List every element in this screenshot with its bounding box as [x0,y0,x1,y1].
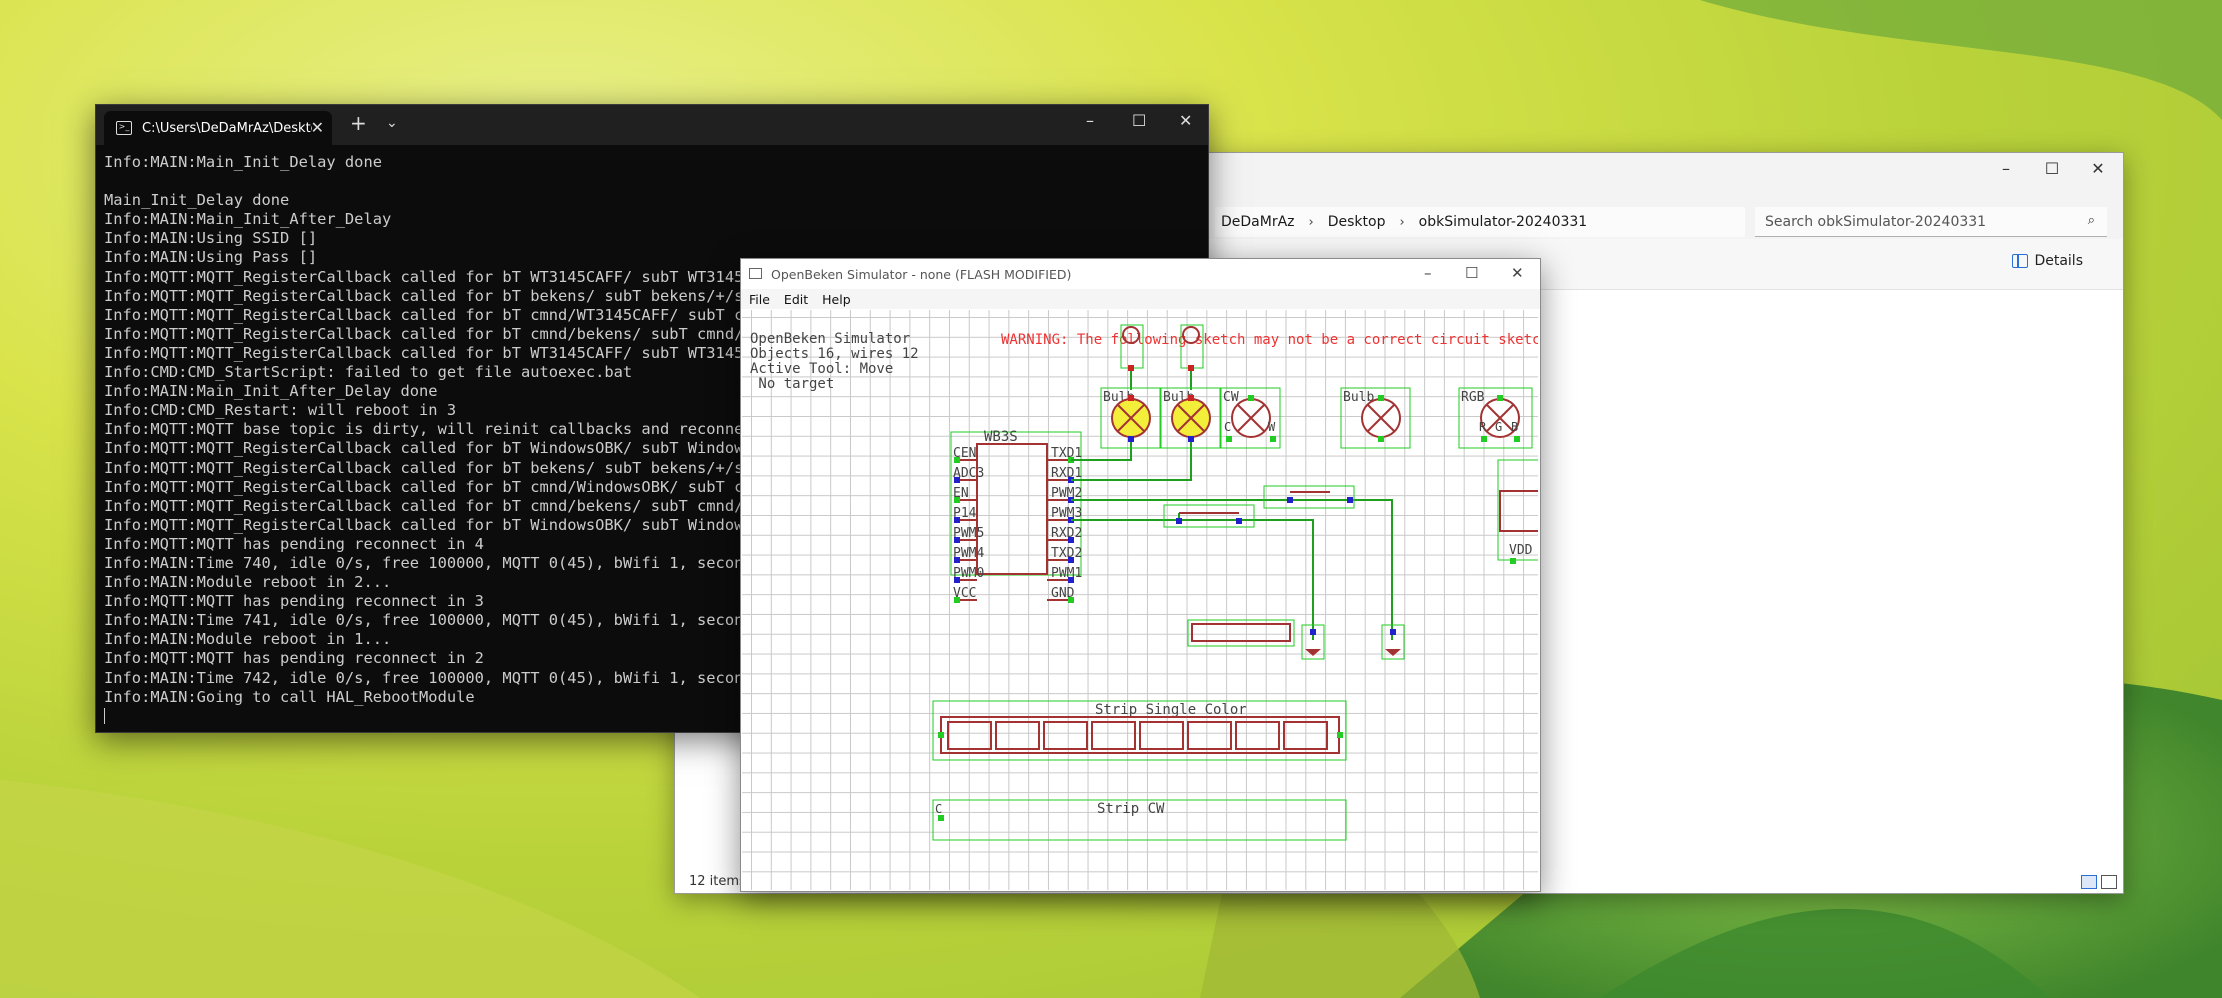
window-title: OpenBeken Simulator - none (FLASH MODIFI… [771,267,1072,282]
menu-edit[interactable]: Edit [784,292,808,307]
pin-label: B [1511,420,1518,434]
bulb-label: CW [1223,390,1239,405]
chevron-down-icon[interactable]: ⌄ [386,115,398,131]
search-placeholder: Search obkSimulator-20240331 [1765,213,1987,230]
terminal-line: Info:MAIN:Main_Init_Delay done [104,153,382,171]
power-source-2 [1180,324,1204,371]
minimize-icon[interactable]: – [1983,153,2029,183]
pin-label: R [1479,420,1487,434]
terminal-line: Info:MAIN:Using SSID [] [104,229,318,248]
vdd-label: VDD [1509,543,1533,558]
vdd-component: VDD [1497,459,1538,564]
minimize-icon[interactable]: – [1086,111,1094,130]
simulator-titlebar: OpenBeken Simulator - none (FLASH MODIFI… [741,259,1540,289]
terminal-icon: >_ [116,121,132,135]
maximize-icon[interactable]: ☐ [1465,264,1478,282]
close-icon[interactable]: ✕ [1179,111,1192,130]
details-button[interactable]: Details [2012,253,2083,269]
menu-help[interactable]: Help [822,292,851,307]
menu-bar: File Edit Help [741,289,1540,309]
pin-label: RXD1 [1051,466,1082,481]
circuit-canvas[interactable]: OpenBeken Simulator Objects 16, wires 12… [742,310,1538,890]
pin-label: PWM1 [1051,566,1082,581]
app-icon [749,268,762,279]
terminal-line: Main_Init_Delay done [104,191,290,210]
chip-label: WB3S [984,429,1018,445]
search-icon[interactable]: ⌕ [2088,213,2095,228]
pin-label: G [1495,420,1502,434]
details-label: Details [2034,253,2083,269]
resistor-2 [1263,485,1355,509]
resistor-1 [1163,504,1255,528]
circuit-drawing[interactable]: WB3S CEN ADC3 EN P14 PWM5 PWM4 PWM0 VCC … [742,310,1538,890]
terminal-tab[interactable]: >_ C:\Users\DeDaMrAz\Desktop\ ✕ [104,111,332,145]
maximize-icon[interactable]: ☐ [2029,153,2075,183]
pin-label: TXD2 [1051,546,1082,561]
terminal-tab-title: C:\Users\DeDaMrAz\Desktop\ [142,120,312,136]
pin-label: C [935,802,942,816]
menu-file[interactable]: File [749,292,770,307]
pin-label: PWM2 [1051,486,1082,501]
new-tab-icon[interactable]: + [350,111,367,135]
close-tab-icon[interactable]: ✕ [311,118,324,137]
terminal-tabbar: >_ C:\Users\DeDaMrAz\Desktop\ ✕ + ⌄ – ☐ … [96,105,1208,145]
maximize-icon[interactable]: ☐ [1132,111,1146,130]
details-pane-icon [2012,254,2029,268]
power-source-1 [1120,324,1144,371]
terminal-line: Info:MAIN:Main_Init_After_Delay [104,210,392,229]
search-input[interactable]: Search obkSimulator-20240331 ⌕ [1755,207,2107,237]
chevron-right-icon: › [1399,214,1405,230]
breadcrumb[interactable]: DeDaMrAz › Desktop › obkSimulator-202403… [1215,207,1745,237]
strip-label: Strip CW [1097,801,1165,817]
pin-label: PWM3 [1051,506,1082,521]
strip-cw: Strip CW C [932,799,1347,841]
ground-2 [1381,624,1405,660]
pin-label: RXD2 [1051,526,1082,541]
strip-label: Strip Single Color [1095,702,1247,718]
bulb-rgb: RGB R G B [1458,387,1533,449]
strip-single-color: Strip Single Color [932,700,1347,761]
ground-1 [1301,624,1325,660]
breadcrumb-item[interactable]: obkSimulator-20240331 [1419,214,1588,230]
bulb-2: Bulb [1160,387,1221,449]
pin-label: W [1268,420,1276,434]
simulator-window: OpenBeken Simulator - none (FLASH MODIFI… [740,258,1541,892]
bulb-4: Bulb [1340,387,1411,449]
bulb-cw: CW C W [1220,387,1281,449]
pin-label: TXD1 [1051,446,1082,461]
close-icon[interactable]: ✕ [2075,153,2121,183]
text-cursor [104,708,105,725]
bulb-label: RGB [1461,390,1485,405]
button-component [1187,619,1295,647]
wb3s-chip-body [976,443,1048,575]
tiles-view-icon[interactable] [2101,875,2117,889]
minimize-icon[interactable]: – [1424,264,1432,282]
status-item-count: 12 items [689,874,746,889]
breadcrumb-item[interactable]: Desktop [1328,214,1386,230]
close-icon[interactable]: ✕ [1511,264,1524,282]
pin-label: C [1224,420,1231,434]
bulb-1: Bulb [1100,387,1161,449]
breadcrumb-item[interactable]: DeDaMrAz [1221,214,1295,230]
chevron-right-icon: › [1308,214,1314,230]
details-view-icon[interactable] [2081,875,2097,889]
